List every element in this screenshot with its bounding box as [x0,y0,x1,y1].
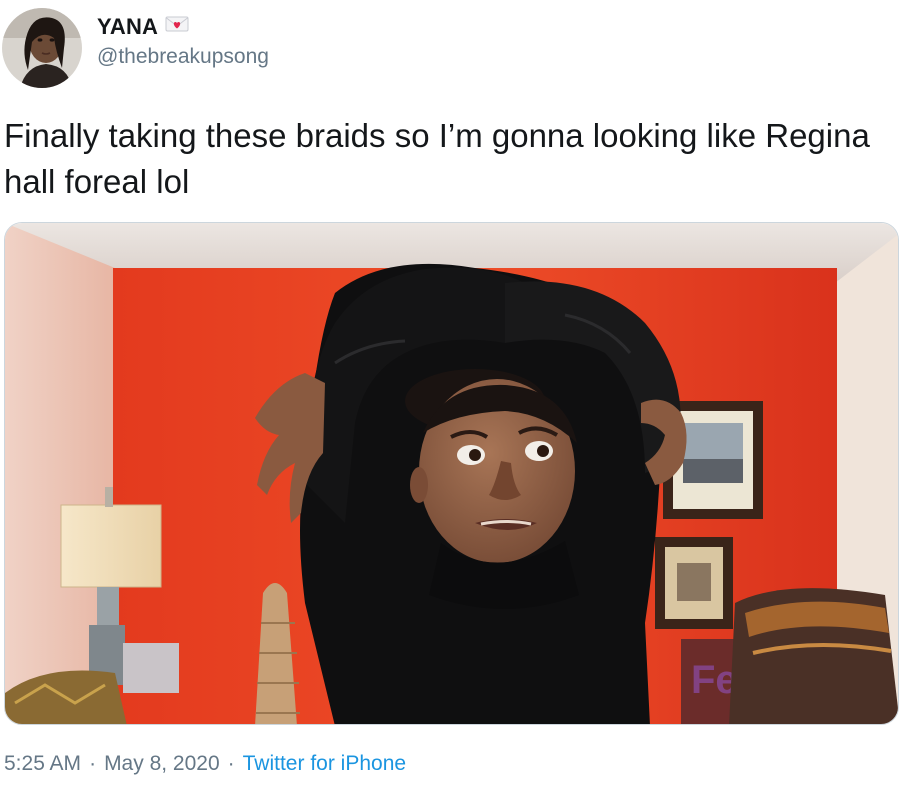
meta-separator: · [89,752,97,775]
tweet-source-link[interactable]: Twitter for iPhone [243,752,406,775]
avatar[interactable] [2,8,82,88]
tweet-media-photo[interactable]: Fe [4,222,899,725]
meta-separator: · [227,752,235,775]
tweet-text: Finally taking these braids so I’m gonna… [4,117,870,200]
photo-image: Fe [5,223,898,724]
tweet-date[interactable]: May 8, 2020 [104,752,220,775]
tweet-card: YANA @thebreakupsong Finally taking thes… [0,0,904,789]
user-handle[interactable]: @thebreakupsong [97,45,269,69]
display-name[interactable]: YANA [97,14,158,40]
tweet-header: YANA @thebreakupsong [0,4,269,92]
tweet-time[interactable]: 5:25 AM [4,752,81,775]
tweet-meta: 5:25 AM · May 8, 2020 · Twitter for iPhone [4,752,406,776]
love-letter-icon [165,15,189,38]
avatar-image [2,8,82,88]
user-names: YANA @thebreakupsong [97,14,269,69]
display-name-row: YANA [97,14,269,40]
